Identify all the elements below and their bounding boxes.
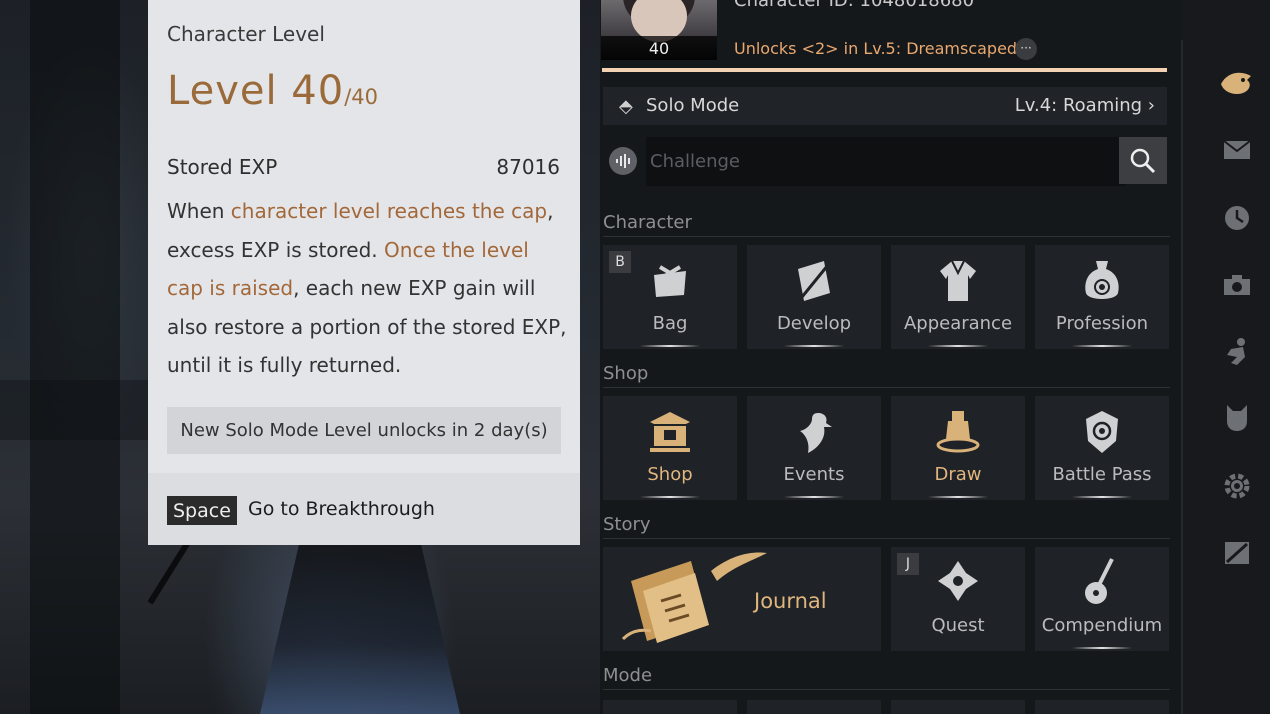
- battle-pass-icon: [1035, 408, 1169, 456]
- profession-icon: [1035, 257, 1169, 305]
- quest-button[interactable]: J Quest: [891, 547, 1025, 651]
- mode-tile[interactable]: [603, 700, 737, 714]
- tile-ornament: [928, 345, 988, 347]
- tooltip-title: Character Level: [167, 22, 325, 46]
- tile-ornament: [1072, 345, 1132, 347]
- exp-progress-fill: [602, 68, 1167, 72]
- fish-icon[interactable]: [1217, 63, 1257, 103]
- shop-icon: [603, 408, 737, 456]
- appearance-button[interactable]: Appearance: [891, 245, 1025, 349]
- battle-pass-button[interactable]: Battle Pass: [1035, 396, 1169, 500]
- desc-highlight: character level reaches the cap: [230, 199, 548, 223]
- profession-button[interactable]: Profession: [1035, 245, 1169, 349]
- camera-icon[interactable]: [1217, 265, 1257, 305]
- develop-icon: [747, 257, 881, 305]
- character-silhouette: [260, 540, 460, 714]
- section-story: Story: [603, 514, 651, 535]
- voice-search-icon[interactable]: [609, 147, 637, 175]
- solo-mode-label: Solo Mode: [646, 95, 740, 116]
- section-divider: [603, 236, 1170, 237]
- events-icon: [747, 408, 881, 456]
- battle-pass-label: Battle Pass: [1052, 464, 1152, 485]
- level-value: Level 40: [167, 68, 345, 114]
- avatar[interactable]: 40: [601, 0, 717, 60]
- section-shop: Shop: [603, 363, 649, 384]
- develop-label: Develop: [776, 313, 852, 334]
- stored-exp-row: Stored EXP 87016: [167, 155, 560, 179]
- gear-icon[interactable]: [1217, 466, 1257, 506]
- compendium-button[interactable]: Compendium: [1035, 547, 1169, 651]
- compendium-icon: [1035, 557, 1169, 605]
- gallery-icon[interactable]: [1217, 533, 1257, 573]
- stored-exp-value: 87016: [496, 155, 560, 179]
- exp-progress-bar: [602, 68, 1167, 72]
- draw-icon: [891, 408, 1025, 456]
- tile-ornament: [640, 496, 700, 498]
- search-input[interactable]: [646, 137, 1125, 186]
- develop-button[interactable]: Develop: [747, 245, 881, 349]
- events-label: Events: [783, 464, 845, 485]
- tile-ornament: [1072, 496, 1132, 498]
- section-divider: [603, 689, 1170, 690]
- tile-ornament: [640, 345, 700, 347]
- compendium-label: Compendium: [1041, 615, 1163, 636]
- quest-label: Quest: [931, 615, 985, 636]
- journal-icon: [621, 552, 767, 643]
- avatar-level: 40: [601, 36, 717, 60]
- draw-label: Draw: [934, 464, 982, 485]
- mode-tile[interactable]: [1035, 700, 1169, 714]
- tile-ornament: [1072, 647, 1132, 649]
- search-icon: [1130, 148, 1156, 173]
- mode-tile[interactable]: [747, 700, 881, 714]
- unlocks-text: Unlocks <2> in Lv.5: Dreamscaped: [734, 39, 1018, 58]
- solo-mode-bar[interactable]: ⬘ Solo Mode Lv.4: Roaming ›: [603, 87, 1167, 125]
- solo-unlock-notice: New Solo Mode Level unlocks in 2 day(s): [167, 407, 561, 454]
- cat-icon[interactable]: [1217, 398, 1257, 438]
- go-to-breakthrough-button[interactable]: Go to Breakthrough: [248, 498, 435, 520]
- appearance-icon: [891, 257, 1025, 305]
- journal-button[interactable]: Journal: [603, 547, 881, 651]
- shop-button[interactable]: Shop: [603, 396, 737, 500]
- space-key-hint: Space: [167, 496, 237, 525]
- clock-icon[interactable]: [1217, 198, 1257, 238]
- draw-button[interactable]: Draw: [891, 396, 1025, 500]
- section-divider: [603, 538, 1170, 539]
- character-level-tooltip: Character Level Level 40/40 Stored EXP 8…: [148, 0, 580, 545]
- bag-label: Bag: [652, 313, 688, 334]
- solo-mode-icon: ⬘: [619, 96, 633, 117]
- pose-icon[interactable]: [1217, 332, 1257, 372]
- character-id: Character ID: 1048018680: [734, 0, 975, 11]
- level-max: /40: [344, 85, 378, 109]
- desc-text: When: [167, 199, 231, 223]
- solo-mode-level: Lv.4: Roaming ›: [1014, 95, 1155, 116]
- profession-label: Profession: [1055, 313, 1149, 334]
- section-divider: [603, 387, 1170, 388]
- more-options-button[interactable]: ···: [1015, 38, 1037, 60]
- journal-label: Journal: [754, 589, 827, 613]
- quest-icon: [891, 557, 1025, 605]
- shop-label: Shop: [647, 464, 693, 485]
- tile-ornament: [928, 496, 988, 498]
- level-display: Level 40/40: [167, 68, 378, 114]
- section-character: Character: [603, 212, 692, 233]
- chevron-right-icon: ›: [1147, 95, 1155, 116]
- search-button[interactable]: [1119, 137, 1167, 184]
- tile-ornament: [784, 496, 844, 498]
- bag-icon: [603, 257, 737, 305]
- stored-exp-label: Stored EXP: [167, 155, 278, 179]
- appearance-label: Appearance: [903, 313, 1013, 334]
- section-mode: Mode: [603, 665, 653, 686]
- mail-icon[interactable]: [1217, 130, 1257, 170]
- mode-tile[interactable]: [891, 700, 1025, 714]
- tile-ornament: [784, 345, 844, 347]
- tooltip-description: When character level reaches the cap, ex…: [167, 192, 567, 385]
- bag-button[interactable]: B Bag: [603, 245, 737, 349]
- events-button[interactable]: Events: [747, 396, 881, 500]
